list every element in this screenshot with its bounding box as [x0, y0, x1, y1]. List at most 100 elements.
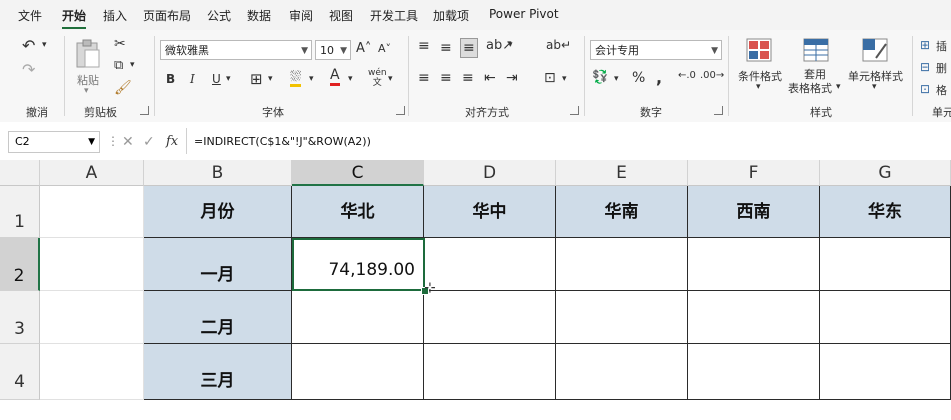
accounting-format-icon[interactable]: 💱	[592, 70, 608, 85]
row-header-1[interactable]: 1	[0, 186, 40, 238]
row-header-2[interactable]: 2	[0, 238, 40, 291]
paste-dropdown-icon[interactable]: ▾	[84, 86, 89, 96]
align-middle-icon[interactable]: ≡	[440, 40, 452, 56]
copy-dropdown-icon[interactable]: ▾	[130, 60, 135, 70]
align-bottom-icon[interactable]: ≡	[460, 38, 478, 58]
font-launcher-icon[interactable]	[396, 106, 405, 115]
cell-e3[interactable]	[556, 291, 688, 344]
format-as-table-dropdown-icon[interactable]: ▾	[836, 82, 841, 92]
phonetic-icon[interactable]: wén 文	[368, 68, 387, 88]
formula-input[interactable]: =INDIRECT(C$1&"!J"&ROW(A2))	[194, 131, 371, 153]
comma-button[interactable]: ,	[656, 68, 662, 87]
cell-g4[interactable]	[820, 344, 951, 400]
increase-font-icon[interactable]: A˄	[356, 41, 371, 56]
orientation-dropdown-icon[interactable]: ▾	[508, 40, 513, 50]
percent-button[interactable]: %	[632, 70, 645, 86]
paste-icon[interactable]	[74, 38, 102, 70]
insert-cells-icon[interactable]: ⊞	[920, 38, 930, 52]
cell-c3[interactable]	[292, 291, 424, 344]
font-size-select[interactable]: 10 ▼	[315, 40, 351, 60]
tab-addins[interactable]: 加载项	[433, 7, 469, 24]
italic-button[interactable]: I	[190, 72, 195, 86]
decrease-decimal-icon[interactable]: .00→	[700, 70, 724, 81]
select-all-corner[interactable]	[0, 160, 40, 186]
conditional-format-icon[interactable]	[746, 38, 772, 62]
cell-c1[interactable]: 华北	[292, 186, 424, 238]
cell-e2[interactable]	[556, 238, 688, 291]
cell-styles-icon[interactable]	[862, 38, 888, 62]
column-header-g[interactable]: G	[820, 160, 951, 186]
font-name-select[interactable]: 微软雅黑 ▼	[160, 40, 312, 60]
merge-center-icon[interactable]: ⊡	[544, 70, 556, 86]
format-cells-label[interactable]: 格	[936, 82, 947, 98]
underline-button[interactable]: U	[212, 72, 221, 86]
cell-d2[interactable]	[424, 238, 556, 291]
cell-f3[interactable]	[688, 291, 820, 344]
alignment-launcher-icon[interactable]	[570, 106, 579, 115]
increase-indent-icon[interactable]: ⇥	[506, 70, 518, 86]
cell-d4[interactable]	[424, 344, 556, 400]
undo-icon[interactable]: ↶	[22, 36, 35, 55]
delete-cells-icon[interactable]: ⊟	[920, 60, 930, 74]
tab-page-layout[interactable]: 页面布局	[143, 7, 191, 24]
tab-file[interactable]: 文件	[18, 7, 42, 24]
merge-dropdown-icon[interactable]: ▾	[562, 74, 567, 84]
delete-cells-label[interactable]: 删	[936, 60, 947, 76]
conditional-format-dropdown-icon[interactable]: ▾	[756, 82, 761, 92]
undo-dropdown-icon[interactable]: ▾	[42, 40, 47, 50]
cell-a3[interactable]	[40, 291, 144, 344]
cell-f1[interactable]: 西南	[688, 186, 820, 238]
borders-icon[interactable]: ⊞	[250, 70, 263, 88]
cancel-icon[interactable]: ✕	[122, 134, 134, 150]
cell-d3[interactable]	[424, 291, 556, 344]
cell-g3[interactable]	[820, 291, 951, 344]
cell-c4[interactable]	[292, 344, 424, 400]
tab-view[interactable]: 视图	[329, 7, 353, 24]
phonetic-dropdown-icon[interactable]: ▾	[388, 74, 393, 84]
cell-g2[interactable]	[820, 238, 951, 291]
align-top-icon[interactable]: ≡	[418, 38, 430, 54]
number-format-select[interactable]: 会计专用 ▼	[590, 40, 722, 60]
bold-button[interactable]: B	[166, 72, 175, 86]
redo-icon[interactable]: ↷	[22, 60, 35, 79]
decrease-font-icon[interactable]: A˅	[378, 42, 391, 55]
more-options-icon[interactable]: ⋮	[107, 134, 119, 148]
tab-home[interactable]: 开始	[62, 7, 87, 29]
increase-decimal-icon[interactable]: ←.0	[678, 70, 696, 81]
font-color-dropdown-icon[interactable]: ▾	[348, 74, 353, 84]
insert-cells-label[interactable]: 插	[936, 38, 947, 54]
fill-color-dropdown-icon[interactable]: ▾	[309, 74, 314, 84]
fill-color-icon[interactable]: ⛆	[290, 70, 302, 87]
cell-e1[interactable]: 华南	[556, 186, 688, 238]
insert-function-button[interactable]: fx	[166, 134, 178, 149]
decrease-indent-icon[interactable]: ⇤	[484, 70, 496, 86]
align-right-icon[interactable]: ≡	[462, 70, 474, 86]
wrap-text-icon[interactable]: ab↵	[546, 38, 571, 52]
tab-power-pivot[interactable]: Power Pivot	[489, 7, 559, 21]
cell-b3[interactable]: 二月	[144, 291, 292, 344]
cell-a4[interactable]	[40, 344, 144, 400]
column-header-e[interactable]: E	[556, 160, 688, 186]
row-header-3[interactable]: 3	[0, 291, 40, 344]
format-painter-icon[interactable]: 🖌	[114, 80, 132, 96]
format-as-table-icon[interactable]	[803, 38, 829, 62]
column-header-a[interactable]: A	[40, 160, 144, 186]
format-as-table-label-2[interactable]: 表格格式	[788, 80, 832, 96]
cell-b4[interactable]: 三月	[144, 344, 292, 400]
column-header-b[interactable]: B	[144, 160, 292, 186]
tab-insert[interactable]: 插入	[103, 7, 127, 24]
borders-dropdown-icon[interactable]: ▾	[268, 74, 273, 84]
tab-developer[interactable]: 开发工具	[370, 7, 418, 24]
align-center-icon[interactable]: ≡	[440, 70, 452, 86]
column-header-d[interactable]: D	[424, 160, 556, 186]
tab-review[interactable]: 审阅	[289, 7, 313, 24]
cell-b2[interactable]: 一月	[144, 238, 292, 291]
tab-formulas[interactable]: 公式	[207, 7, 231, 24]
copy-icon[interactable]: ⧉	[114, 58, 123, 73]
row-header-4[interactable]: 4	[0, 344, 40, 400]
cell-g1[interactable]: 华东	[820, 186, 951, 238]
align-left-icon[interactable]: ≡	[418, 70, 430, 86]
format-cells-icon[interactable]: ⊡	[920, 82, 930, 96]
cell-styles-dropdown-icon[interactable]: ▾	[872, 82, 877, 92]
font-color-icon[interactable]: A	[330, 68, 340, 86]
